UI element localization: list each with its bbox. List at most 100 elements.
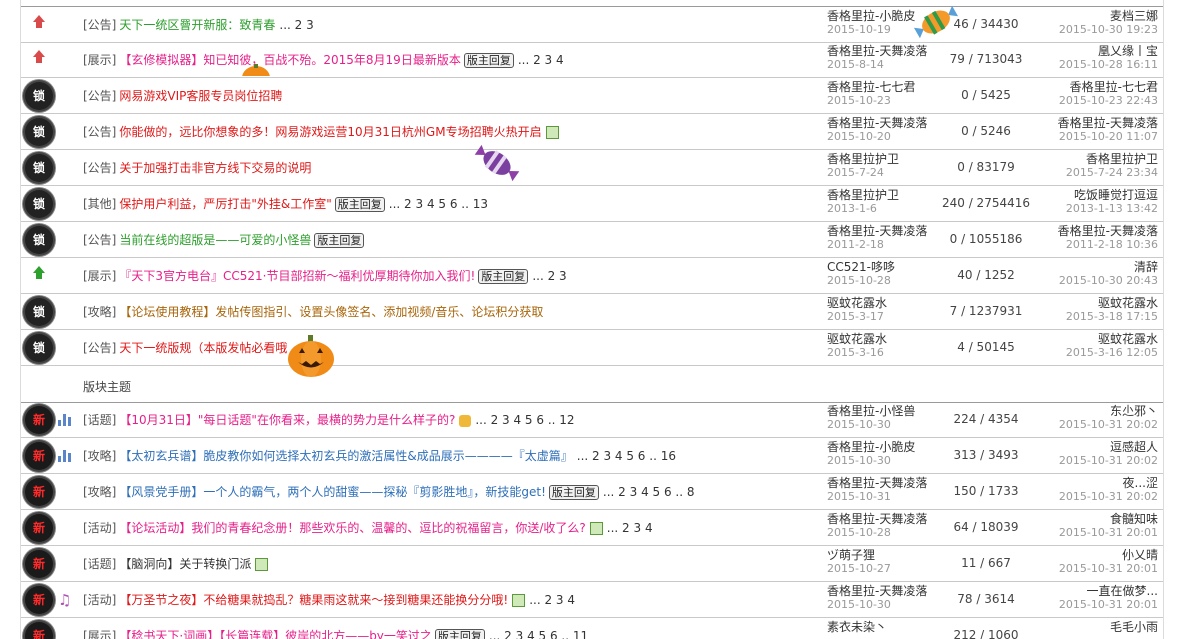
thread-row[interactable]: 新 ♫ [活动] 【万圣节之夜】不给糖果就捣乱？糖果雨这就来～接到糖果还能换分分哦!.… xyxy=(21,582,1163,618)
last-reply-user[interactable]: 凰乂缘丨宝 xyxy=(1059,45,1158,58)
thread-category[interactable]: [公告] xyxy=(83,18,116,32)
thread-page-links[interactable]: ... 2 3 4 5 6 .. 11 xyxy=(489,629,588,639)
thread-page-links[interactable]: ... 2 3 xyxy=(279,18,313,32)
thread-row[interactable]: 锁 [公告] 网易游戏VIP客服专员岗位招聘 香格里拉-七七君 2015-10-23 0 … xyxy=(21,78,1163,114)
last-reply-user[interactable]: 仦乂晴 xyxy=(1059,549,1158,562)
last-reply-date[interactable]: 2015-10-23 22:43 xyxy=(1059,94,1158,107)
thread-page-links[interactable]: ... 2 3 4 5 6 .. 12 xyxy=(475,413,574,427)
last-reply-date[interactable]: 2015-10-31 20:02 xyxy=(1059,454,1158,467)
thread-title-link[interactable]: 【万圣节之夜】不给糖果就捣乱？糖果雨这就来～接到糖果还能换分分哦! xyxy=(119,593,508,607)
author-name[interactable]: 香格里拉-天舞凌落 xyxy=(827,117,927,130)
author-name[interactable]: 驱蚊花露水 xyxy=(827,333,887,346)
last-reply-date[interactable]: 2015-10-30 20:43 xyxy=(1059,274,1158,287)
last-reply-date[interactable]: 2015-10-31 20:01 xyxy=(1059,526,1158,539)
last-reply-user[interactable]: 逗感超人 xyxy=(1059,441,1158,454)
thread-row[interactable]: 锁 [公告] 天下一统版规（本版发帖必看哦 驱蚊花露水 2015-3-16 4 / 501… xyxy=(21,330,1163,366)
thread-title-link[interactable]: 当前在线的超版是——可爱的小怪兽 xyxy=(119,233,311,247)
thread-category[interactable]: [公告] xyxy=(83,125,116,139)
thread-category[interactable]: [公告] xyxy=(83,89,116,103)
thread-row[interactable]: 新 [攻略] 【太初玄兵谱】脆皮教你如何选择太初玄兵的激活属性&成品展示————『太… xyxy=(21,438,1163,474)
last-reply-user[interactable]: 清辞 xyxy=(1059,261,1158,274)
last-reply-date[interactable]: 2015-10-31 20:01 xyxy=(1059,562,1158,575)
thread-title-link[interactable]: 『天下3官方电台』CC521·节目部招新～福利优厚期待你加入我们! xyxy=(119,269,475,283)
author-name[interactable]: 香格里拉-小脆皮 xyxy=(827,441,915,454)
thread-category[interactable]: [活动] xyxy=(83,521,116,535)
last-reply-user[interactable]: 驱蚊花露水 xyxy=(1066,297,1158,310)
author-name[interactable]: 香格里拉-天舞凌落 xyxy=(827,45,927,58)
last-reply-user[interactable]: 香格里拉-天舞凌落 xyxy=(1058,225,1158,238)
thread-title-link[interactable]: 网易游戏VIP客服专员岗位招聘 xyxy=(119,89,282,103)
thread-row[interactable]: 锁 [公告] 关于加强打击非官方线下交易的说明 香格里拉护卫 2015-7-24 0 / … xyxy=(21,150,1163,186)
last-reply-date[interactable]: 2015-3-18 17:15 xyxy=(1066,310,1158,323)
author-name[interactable]: 香格里拉-天舞凌落 xyxy=(827,585,927,598)
last-reply-user[interactable]: 夜...涩 xyxy=(1059,477,1158,490)
author-name[interactable]: 香格里拉-天舞凌落 xyxy=(827,513,927,526)
thread-page-links[interactable]: ... 2 3 4 xyxy=(518,53,564,67)
thread-title-link[interactable]: 关于加强打击非官方线下交易的说明 xyxy=(119,161,311,175)
last-reply-user[interactable]: 吃饭睡觉打逗逗 xyxy=(1066,189,1158,202)
last-reply-date[interactable]: 2011-2-18 10:36 xyxy=(1058,238,1158,251)
thread-page-links[interactable]: ... 2 3 4 5 6 .. 16 xyxy=(577,449,676,463)
author-name[interactable]: 香格里拉-天舞凌落 xyxy=(827,225,927,238)
thread-row[interactable]: 新 [攻略] 【风景党手册】一个人的霸气，两个人的甜蜜——探秘『剪影胜地』，新技能g… xyxy=(21,474,1163,510)
author-name[interactable]: 香格里拉-小怪兽 xyxy=(827,405,915,418)
thread-row[interactable]: [公告] 天下一统区罾开新服：致青春... 2 3 香格里拉-小脆皮 2015-10-… xyxy=(21,6,1163,43)
thread-category[interactable]: [展示] xyxy=(83,629,116,639)
last-reply-date[interactable]: 2015-10-31 20:02 xyxy=(1059,490,1158,503)
thread-title-link[interactable]: 保护用户利益，严厉打击"外挂&工作室" xyxy=(119,197,331,211)
last-reply-user[interactable]: 毛毛小雨 xyxy=(1110,621,1158,634)
last-reply-user[interactable]: 驱蚊花露水 xyxy=(1066,333,1158,346)
thread-category[interactable]: [其他] xyxy=(83,197,116,211)
thread-title-link[interactable]: 【玄修模拟器】知已知彼，百战不殆。2015年8月19日最新版本 xyxy=(119,53,460,67)
last-reply-date[interactable]: 2015-10-28 16:11 xyxy=(1059,58,1158,71)
thread-page-links[interactable]: ... 2 3 xyxy=(532,269,566,283)
last-reply-date[interactable]: 2015-10-30 19:23 xyxy=(1059,23,1158,36)
thread-row[interactable]: 新 [活动] 【论坛活动】我们的青春纪念册！那些欢乐的、温馨的、逗比的祝福留言，你送… xyxy=(21,510,1163,546)
last-reply-date[interactable]: 2015-10-31 20:02 xyxy=(1059,418,1158,431)
last-reply-user[interactable]: 东尐邪丶 xyxy=(1059,405,1158,418)
thread-category[interactable]: [展示] xyxy=(83,53,116,67)
last-reply-user[interactable]: 香格里拉-七七君 xyxy=(1059,81,1158,94)
thread-title-link[interactable]: 【稔书天下·词画】【长篇连载】彼岸的北方——by一笑过之 xyxy=(119,629,432,639)
thread-row[interactable]: 锁 [公告] 当前在线的超版是——可爱的小怪兽 版主回复 香格里拉-天舞凌落 2011-2… xyxy=(21,222,1163,258)
thread-category[interactable]: [话题] xyxy=(83,413,116,427)
thread-title-link[interactable]: 【10月31日】"每日话题"在你看来，最横的势力是什么样子的? xyxy=(119,413,455,427)
author-name[interactable]: 香格里拉护卫 xyxy=(827,189,899,202)
thread-category[interactable]: [攻略] xyxy=(83,449,116,463)
thread-title-link[interactable]: 【论坛使用教程】发帖传图指引、设置头像签名、添加视频/音乐、论坛积分获取 xyxy=(119,305,543,319)
thread-category[interactable]: [攻略] xyxy=(83,485,116,499)
author-name[interactable]: ヅ萌子狸 xyxy=(827,549,891,562)
thread-title-link[interactable]: 【风景党手册】一个人的霸气，两个人的甜蜜——探秘『剪影胜地』，新技能get! xyxy=(119,485,546,499)
thread-title-link[interactable]: 【脑洞向】关于转换门派 xyxy=(119,557,251,571)
thread-row[interactable]: 锁 [其他] 保护用户利益，严厉打击"外挂&工作室" 版主回复 ... 2 3 4 5 … xyxy=(21,186,1163,222)
last-reply-user[interactable]: 麦档三娜 xyxy=(1059,10,1158,23)
thread-row[interactable]: 锁 [公告] 你能做的，远比你想象的多！网易游戏运营10月31日杭州GM专场招聘火热… xyxy=(21,114,1163,150)
thread-page-links[interactable]: ... 2 3 4 5 6 .. 13 xyxy=(389,197,488,211)
thread-category[interactable]: [公告] xyxy=(83,233,116,247)
thread-page-links[interactable]: ... 2 3 4 xyxy=(529,593,575,607)
last-reply-date[interactable]: 2013-1-13 13:42 xyxy=(1066,202,1158,215)
thread-category[interactable]: [活动] xyxy=(83,593,116,607)
author-name[interactable]: 香格里拉-七七君 xyxy=(827,81,915,94)
thread-row[interactable]: 锁 [攻略] 【论坛使用教程】发帖传图指引、设置头像签名、添加视频/音乐、论坛积分获… xyxy=(21,294,1163,330)
author-name[interactable]: CC521-哆哆 xyxy=(827,261,895,274)
author-name[interactable]: 香格里拉-天舞凌落 xyxy=(827,477,927,490)
last-reply-date[interactable]: 2015-3-16 12:05 xyxy=(1066,346,1158,359)
last-reply-date[interactable]: 2015-10-31 20:01 xyxy=(1059,598,1158,611)
author-name[interactable]: 香格里拉护卫 xyxy=(827,153,899,166)
thread-category[interactable]: [公告] xyxy=(83,161,116,175)
thread-category[interactable]: [攻略] xyxy=(83,305,116,319)
last-reply-user[interactable]: 香格里拉-天舞凌落 xyxy=(1058,117,1158,130)
thread-page-links[interactable]: ... 2 3 4 xyxy=(607,521,653,535)
last-reply-date[interactable]: 2015-7-24 23:34 xyxy=(1066,166,1158,179)
thread-page-links[interactable]: ... 2 3 4 5 6 .. 8 xyxy=(603,485,695,499)
thread-category[interactable]: [话题] xyxy=(83,557,116,571)
thread-title-link[interactable]: 你能做的，远比你想象的多！网易游戏运营10月31日杭州GM专场招聘火热开启 xyxy=(119,125,541,139)
last-reply-user[interactable]: 食髓知味 xyxy=(1059,513,1158,526)
thread-title-link[interactable]: 【论坛活动】我们的青春纪念册！那些欢乐的、温馨的、逗比的祝福留言，你送/收了么? xyxy=(119,521,585,535)
author-name[interactable]: 驱蚊花露水 xyxy=(827,297,887,310)
thread-category[interactable]: [公告] xyxy=(83,341,116,355)
thread-title-link[interactable]: 【太初玄兵谱】脆皮教你如何选择太初玄兵的激活属性&成品展示————『太虚篇』 xyxy=(119,449,572,463)
thread-title-link[interactable]: 天下一统版规（本版发帖必看哦 xyxy=(119,341,287,355)
last-reply-user[interactable]: 一直在做梦... xyxy=(1059,585,1158,598)
